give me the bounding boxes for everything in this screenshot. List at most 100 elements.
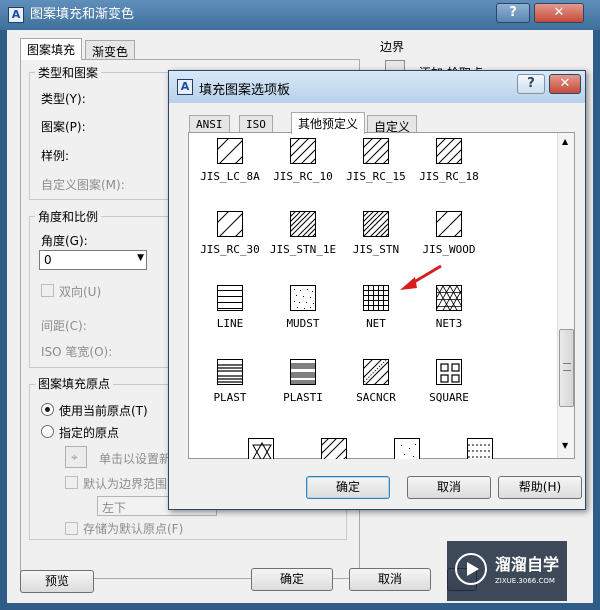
palette-cancel-button[interactable]: 取消: [407, 476, 491, 499]
main-close-button[interactable]: ✕: [534, 3, 584, 23]
pattern-tile-net[interactable]: [363, 285, 389, 311]
pattern-tile-jis-rc-30[interactable]: [217, 211, 243, 237]
specified-origin-radio[interactable]: [41, 425, 54, 438]
pattern-swatch-icon: [364, 360, 388, 384]
chevron-down-icon: ▼: [137, 253, 144, 263]
angle-combo[interactable]: 0 ▼: [39, 250, 147, 270]
pattern-label: JIS_RC_18: [419, 170, 479, 183]
pattern-tile-jis-stn-1e[interactable]: [290, 211, 316, 237]
autocad-app-icon: A: [177, 79, 193, 95]
angle-value: 0: [44, 253, 52, 267]
watermark-name: 溜溜自学: [495, 555, 560, 574]
scroll-down-arrow-icon[interactable]: ▼: [562, 441, 568, 450]
pattern-swatch-icon: [364, 212, 388, 236]
pattern-swatch-icon: [437, 212, 461, 236]
iso-pen-width-label: ISO 笔宽(O):: [41, 345, 113, 359]
pattern-tile-plasti[interactable]: [290, 359, 316, 385]
grip-icon: [563, 363, 571, 371]
pattern-label: LINE: [216, 317, 244, 330]
pattern-swatch-icon: [291, 363, 315, 384]
palette-help-bottom-button[interactable]: 帮助(H): [498, 476, 582, 499]
spacing-label: 间距(C):: [41, 319, 87, 333]
palette-help-button[interactable]: ?: [517, 74, 545, 94]
pattern-swatch-icon: [291, 139, 315, 163]
pattern-label: JIS_WOOD: [422, 243, 476, 256]
use-current-origin-radio[interactable]: [41, 403, 54, 416]
palette-ok-button[interactable]: 确定: [306, 476, 390, 499]
default-boundary-checkbox[interactable]: [65, 476, 78, 489]
use-current-origin-label: 使用当前原点(T): [59, 404, 148, 418]
pattern-tile-plast[interactable]: [217, 359, 243, 385]
pattern-tile-mudst[interactable]: [290, 285, 316, 311]
pattern-label: PLASTI: [283, 391, 323, 404]
pattern-tile-jis-lc-8a[interactable]: [217, 138, 243, 164]
pattern-swatch-icon: [291, 212, 315, 236]
palette-close-button[interactable]: ✕: [549, 74, 581, 94]
store-default-checkbox[interactable]: [65, 522, 78, 535]
main-title-bar[interactable]: A 图案填充和渐变色 ? ✕: [0, 0, 600, 30]
palette-title: 填充图案选项板: [199, 83, 291, 98]
tab-other-predefined[interactable]: 其他预定义: [291, 112, 366, 134]
pattern-swatch-icon: [294, 289, 314, 309]
angle-label: 角度(G):: [41, 234, 88, 248]
store-default-label: 存储为默认原点(F): [83, 522, 184, 536]
pattern-tile-sacncr[interactable]: [363, 359, 389, 385]
preview-button[interactable]: 预览: [20, 570, 94, 593]
pattern-tile-jis-rc-10[interactable]: [290, 138, 316, 164]
pattern-label: JIS_RC_15: [346, 170, 406, 183]
angle-scale-legend: 角度和比例: [35, 208, 102, 225]
hatch-pattern-palette-dialog: A 填充图案选项板 ? ✕ ANSI ISO 其他预定义 自定义 JIS_LC_…: [168, 70, 586, 510]
double-checkbox[interactable]: [41, 284, 54, 297]
type-pattern-legend: 类型和图案: [35, 64, 102, 81]
scrollbar-thumb[interactable]: [559, 329, 574, 407]
pattern-label: JIS_STN_1E: [269, 243, 337, 256]
pattern-tile-line[interactable]: [217, 285, 243, 311]
pattern-label: PLAST: [213, 391, 247, 404]
watermark-url: ZIXUE.3066.COM: [495, 577, 555, 585]
pattern-label: 图案(P):: [41, 120, 86, 134]
custom-pattern-label: 自定义图案(M):: [41, 178, 125, 192]
pattern-label: NET: [366, 317, 386, 330]
main-title: 图案填充和渐变色: [30, 7, 135, 22]
tab-gradient[interactable]: 渐变色: [85, 40, 136, 60]
pattern-list-scrollbar[interactable]: ▲ ▼: [557, 133, 574, 458]
pattern-tile-jis-stn[interactable]: [363, 211, 389, 237]
pattern-label: SQUARE: [429, 391, 469, 404]
main-cancel-button[interactable]: 取消: [349, 568, 431, 591]
pattern-tile-partial[interactable]: [321, 438, 347, 459]
pattern-tile-partial[interactable]: [394, 438, 420, 459]
hatch-origin-legend: 图案填充原点: [35, 375, 114, 392]
pattern-swatch-icon: [218, 290, 242, 309]
watermark: 溜溜自学 ZIXUE.3066.COM: [447, 541, 567, 601]
autocad-app-icon: A: [8, 7, 24, 23]
pattern-swatch-icon: [218, 139, 242, 163]
pattern-tile-partial[interactable]: [248, 438, 274, 459]
pattern-label: JIS_LC_8A: [200, 170, 260, 183]
play-logo-icon: [455, 553, 487, 585]
pick-point-icon: ⌖: [71, 450, 78, 464]
pattern-tile-jis-rc-15[interactable]: [363, 138, 389, 164]
double-label: 双向(U): [59, 285, 102, 299]
set-origin-button[interactable]: ⌖: [65, 446, 87, 468]
pattern-swatch-icon: [364, 139, 388, 163]
pattern-tile-partial[interactable]: [467, 438, 493, 459]
pattern-label: SACNCR: [356, 391, 396, 404]
pattern-label: NET3: [435, 317, 463, 330]
pattern-swatch-icon: [218, 364, 242, 383]
sample-label: 样例:: [41, 149, 70, 163]
pattern-label: JIS_RC_10: [273, 170, 333, 183]
tab-hatch[interactable]: 图案填充: [20, 38, 83, 60]
pattern-label: JIS_RC_30: [200, 243, 260, 256]
main-help-button[interactable]: ?: [496, 3, 530, 23]
pattern-label: MUDST: [286, 317, 320, 330]
pattern-tile-square[interactable]: [436, 359, 462, 385]
specified-origin-label: 指定的原点: [59, 426, 120, 440]
scroll-up-arrow-icon[interactable]: ▲: [562, 137, 568, 146]
pattern-label: JIS_STN: [352, 243, 400, 256]
boundary-legend: 边界: [380, 40, 405, 54]
pattern-tile-jis-rc-18[interactable]: [436, 138, 462, 164]
palette-title-bar[interactable]: A 填充图案选项板 ? ✕: [169, 71, 585, 103]
pattern-tile-jis-wood[interactable]: [436, 211, 462, 237]
main-ok-button[interactable]: 确定: [251, 568, 333, 591]
pattern-swatch-icon: [440, 363, 460, 383]
